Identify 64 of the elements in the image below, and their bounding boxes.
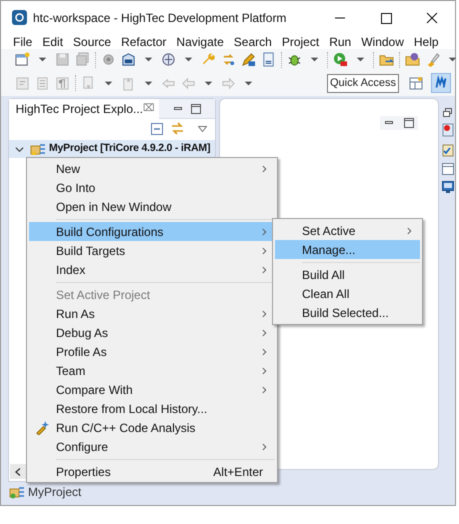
view-menu-icon[interactable] bbox=[198, 126, 207, 132]
refresh-icon[interactable] bbox=[221, 52, 236, 67]
status-text: MyProject bbox=[28, 484, 82, 501]
brush-icon[interactable] bbox=[425, 52, 440, 67]
menu-item[interactable]: Project bbox=[280, 32, 320, 50]
window-title: htc-workspace - HighTec Development Platform bbox=[33, 10, 286, 26]
scroll-left-icon[interactable] bbox=[15, 468, 21, 476]
menu-item[interactable]: Refactor bbox=[120, 32, 168, 50]
menu-item[interactable]: Configure bbox=[29, 437, 275, 456]
expanded-chevron-icon[interactable] bbox=[15, 144, 24, 154]
maximize-icon[interactable] bbox=[404, 118, 414, 128]
tree-item[interactable]: MyProject [TriCore 4.9.2.0 - iRAM] bbox=[9, 140, 215, 158]
collapse-all-icon[interactable] bbox=[150, 122, 163, 134]
menu-item[interactable]: File bbox=[12, 32, 34, 50]
perspective-icon[interactable] bbox=[409, 76, 423, 90]
magic-wand-icon bbox=[35, 420, 50, 435]
menu-item[interactable]: Team bbox=[29, 361, 275, 380]
run-icon[interactable] bbox=[333, 52, 348, 67]
menu-item[interactable]: Edit bbox=[41, 32, 64, 50]
maximize-icon[interactable] bbox=[191, 104, 201, 114]
menu-item[interactable]: Properties Alt+Enter bbox=[29, 462, 275, 481]
menu-item[interactable]: Source bbox=[72, 32, 112, 50]
binary-file-icon[interactable] bbox=[261, 52, 276, 67]
menu-item[interactable]: New bbox=[29, 159, 275, 178]
open-folder-icon[interactable] bbox=[405, 52, 420, 67]
menu-item[interactable]: Navigate bbox=[175, 32, 225, 50]
close-tab-button[interactable]: ⌧ bbox=[143, 101, 155, 116]
menu-item[interactable]: Run bbox=[328, 32, 352, 50]
menu-item[interactable]: Build Configurations bbox=[29, 222, 275, 241]
menu-item[interactable]: Go Into bbox=[29, 178, 275, 197]
shortcut-text: Alt+Enter bbox=[213, 464, 264, 480]
building-icon[interactable] bbox=[121, 52, 136, 67]
task-list-icon[interactable] bbox=[442, 143, 454, 157]
menu-item[interactable]: Index bbox=[29, 260, 275, 279]
paragraph-icon[interactable] bbox=[55, 76, 70, 90]
monitor-icon[interactable] bbox=[442, 181, 454, 193]
menu-item[interactable]: Debug As bbox=[29, 323, 275, 342]
view-tab[interactable]: HighTec Project Explo... bbox=[16, 100, 143, 118]
project-icon bbox=[30, 142, 46, 156]
menu-item[interactable]: Build All bbox=[275, 265, 420, 284]
menu-item[interactable]: Build Targets bbox=[29, 241, 275, 260]
menu-item[interactable]: Compare With bbox=[29, 380, 275, 399]
menu-item[interactable]: Window bbox=[360, 32, 405, 50]
menu-item[interactable]: Profile As bbox=[29, 342, 275, 361]
menu-item[interactable]: Run As bbox=[29, 304, 275, 323]
app-icon bbox=[12, 10, 27, 25]
project-icon bbox=[9, 486, 25, 498]
menu-item[interactable]: Build Selected... bbox=[275, 303, 420, 322]
breakpoint-icon[interactable] bbox=[442, 123, 454, 137]
disc-icon[interactable] bbox=[101, 52, 116, 67]
menu-item[interactable]: Open in New Window bbox=[29, 197, 275, 216]
menu-item[interactable]: Manage... bbox=[275, 240, 420, 259]
new-file-icon[interactable] bbox=[15, 52, 30, 67]
menu-item[interactable]: Help bbox=[412, 32, 440, 50]
pen-icon[interactable] bbox=[241, 52, 256, 67]
menu-item[interactable]: Search bbox=[232, 32, 273, 50]
table-icon[interactable] bbox=[442, 163, 454, 175]
menu-item[interactable]: Restore from Local History... bbox=[29, 399, 275, 418]
quick-access-field[interactable]: Quick Access bbox=[327, 74, 399, 92]
menu-item[interactable]: Set Active bbox=[275, 221, 420, 240]
menu-item[interactable]: Run C/C++ Code Analysis bbox=[29, 418, 275, 437]
hightec-perspective-icon[interactable] bbox=[431, 73, 451, 93]
menu-item[interactable]: Clean All bbox=[275, 284, 420, 303]
restore-icon[interactable] bbox=[443, 108, 452, 117]
